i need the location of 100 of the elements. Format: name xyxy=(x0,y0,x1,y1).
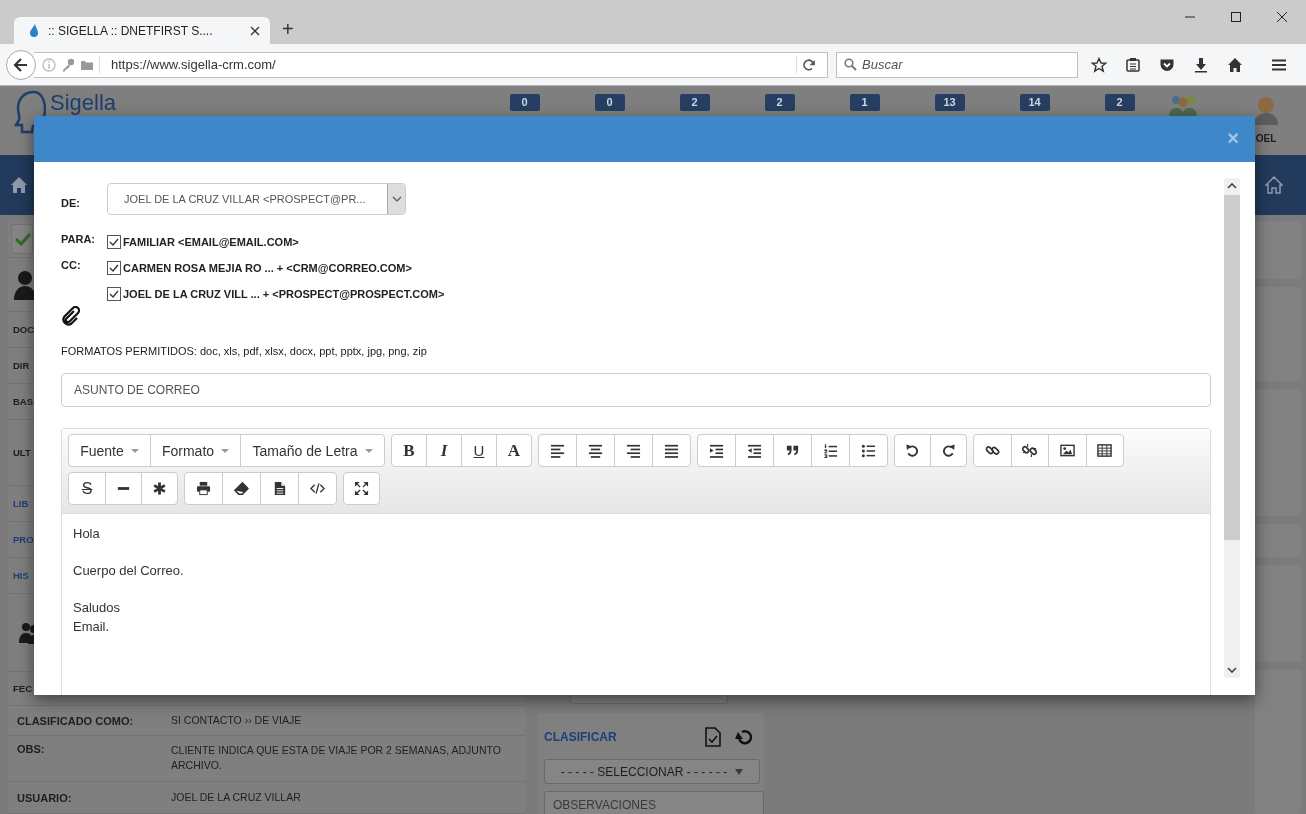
search-box[interactable]: Buscar xyxy=(836,51,1078,78)
bold-button[interactable]: B xyxy=(391,434,427,467)
align-right-button[interactable] xyxy=(614,434,653,467)
align-center-icon xyxy=(588,443,603,458)
field-label: DIR xyxy=(13,360,30,371)
browser-tab[interactable]: :: SIGELLA :: DNETFIRST S.... xyxy=(14,17,270,44)
count-badge: 1 xyxy=(849,94,880,111)
table-icon xyxy=(1097,443,1113,458)
redo-icon xyxy=(941,443,956,458)
strikethrough-button[interactable]: S xyxy=(68,472,106,505)
home-icon[interactable] xyxy=(1227,56,1243,73)
redo-button[interactable] xyxy=(930,434,967,467)
field-label: CLASIFICADO COMO: xyxy=(17,714,135,727)
formats-note: FORMATOS PERMITIDOS: doc, xls, pdf, xlsx, docx, ppt, pptx, jpg, png, zip xyxy=(61,345,428,358)
search-icon xyxy=(844,58,857,71)
outdent-button[interactable] xyxy=(735,434,774,467)
body-paragraph: Hola xyxy=(73,525,100,543)
document-button[interactable] xyxy=(260,472,299,505)
undo-button[interactable] xyxy=(894,434,931,467)
side-card xyxy=(1255,221,1301,279)
align-center-button[interactable] xyxy=(576,434,615,467)
count-badge: 14 xyxy=(1019,94,1050,111)
align-left-icon xyxy=(550,443,565,458)
count-badge: 2 xyxy=(679,94,710,111)
new-tab-button[interactable]: + xyxy=(278,15,298,43)
count-badge: 13 xyxy=(934,94,965,111)
italic-button[interactable]: I xyxy=(426,434,462,467)
justify-button[interactable] xyxy=(652,434,691,467)
download-icon[interactable] xyxy=(1193,56,1209,73)
body-paragraph: Saludos Email. xyxy=(73,599,120,636)
align-right-icon xyxy=(626,443,641,458)
search-field[interactable]: Buscar xyxy=(862,57,1077,72)
indent-button[interactable] xyxy=(697,434,736,467)
side-card xyxy=(1255,524,1301,558)
checkbox[interactable] xyxy=(107,287,121,301)
subject-field[interactable]: ASUNTO DE CORREO xyxy=(61,373,1211,407)
reload-icon[interactable] xyxy=(802,57,816,72)
caret-icon xyxy=(221,448,230,453)
address-bar[interactable]: https://www.sigella-crm.com/ xyxy=(34,51,828,78)
count-badge: 0 xyxy=(594,94,625,111)
logo-text: Sigella xyxy=(50,92,117,114)
recipient-label: CARMEN ROSA MEJIA RO ... + <CRM@CORREO.COM> xyxy=(123,262,412,274)
back-button[interactable] xyxy=(6,49,36,80)
tab-title: :: SIGELLA :: DNETFIRST S.... xyxy=(48,23,214,38)
reading-list-icon[interactable] xyxy=(1125,56,1141,73)
editor-area[interactable]: Hola Cuerpo del Correo. Saludos Email. xyxy=(62,514,1210,664)
document-check-icon[interactable] xyxy=(704,727,722,747)
quote-icon xyxy=(785,443,800,458)
close-icon[interactable] xyxy=(1276,11,1288,23)
key-icon xyxy=(61,57,75,72)
star-icon[interactable] xyxy=(1091,56,1107,73)
user-icon xyxy=(14,269,36,300)
field-label: DE: xyxy=(61,196,81,209)
code-button[interactable] xyxy=(298,472,337,505)
eraser-button[interactable] xyxy=(222,472,261,505)
category-select[interactable]: - - - - - SELECCIONAR - - - - - - xyxy=(544,759,760,784)
back-arrow-icon xyxy=(13,56,29,73)
underline-button[interactable]: U xyxy=(461,434,497,467)
align-left-button[interactable] xyxy=(538,434,577,467)
print-button[interactable] xyxy=(184,472,223,505)
close-icon[interactable] xyxy=(250,25,260,36)
asterisk-button[interactable] xyxy=(141,472,178,505)
dropdown-button[interactable]: Formato xyxy=(150,434,241,467)
dropdown-button[interactable]: Tamaño de Letra xyxy=(240,434,385,467)
quote-button[interactable] xyxy=(773,434,812,467)
select-value: JOEL DE LA CRUZ VILLAR <PROSPECT@PR... xyxy=(123,193,367,205)
observations-field[interactable]: OBSERVACIONES xyxy=(553,798,753,812)
table-button[interactable] xyxy=(1085,434,1124,467)
observations-box[interactable]: OBSERVACIONES xyxy=(544,791,764,814)
input-field[interactable] xyxy=(570,696,728,704)
link-button[interactable] xyxy=(973,434,1012,467)
body-paragraph: Cuerpo del Correo. xyxy=(73,562,184,580)
checkbox[interactable] xyxy=(107,235,121,249)
paperclip-icon[interactable] xyxy=(61,306,81,326)
numbered-list-button[interactable] xyxy=(811,434,850,467)
field-label: CC: xyxy=(61,259,82,273)
bullet-list-icon xyxy=(861,443,876,458)
undo-icon[interactable] xyxy=(734,728,752,746)
sender-select[interactable]: JOEL DE LA CRUZ VILLAR <PROSPECT@PR... xyxy=(107,183,406,215)
head-logo-drawing xyxy=(14,90,46,134)
numbered-list-icon xyxy=(823,443,838,458)
count-badge: 2 xyxy=(764,94,795,111)
scrollbar[interactable] xyxy=(1224,178,1240,678)
eraser-icon xyxy=(234,481,249,496)
bullet-list-button[interactable] xyxy=(849,434,888,467)
recipient-label: JOEL DE LA CRUZ VILL ... + <PROSPECT@PROSPECT.COM> xyxy=(123,288,445,300)
font-color-button[interactable]: A xyxy=(496,434,532,467)
indent-icon xyxy=(709,443,724,458)
expand-button[interactable] xyxy=(343,472,380,505)
image-button[interactable] xyxy=(1048,434,1087,467)
maximize-icon[interactable] xyxy=(1230,11,1242,23)
dropdown-button[interactable]: Fuente xyxy=(68,434,151,467)
minus-button[interactable] xyxy=(105,472,142,505)
caret-icon xyxy=(130,448,139,453)
field-value: SI CONTACTO ›› DE VIAJE xyxy=(171,713,303,728)
checkbox[interactable] xyxy=(107,261,121,275)
document-icon xyxy=(272,481,287,496)
scroll-thumb[interactable] xyxy=(1224,195,1240,540)
user-name: OEL xyxy=(1255,133,1277,144)
select-value: - - - - - SELECCIONAR - - - - - - xyxy=(560,764,728,779)
